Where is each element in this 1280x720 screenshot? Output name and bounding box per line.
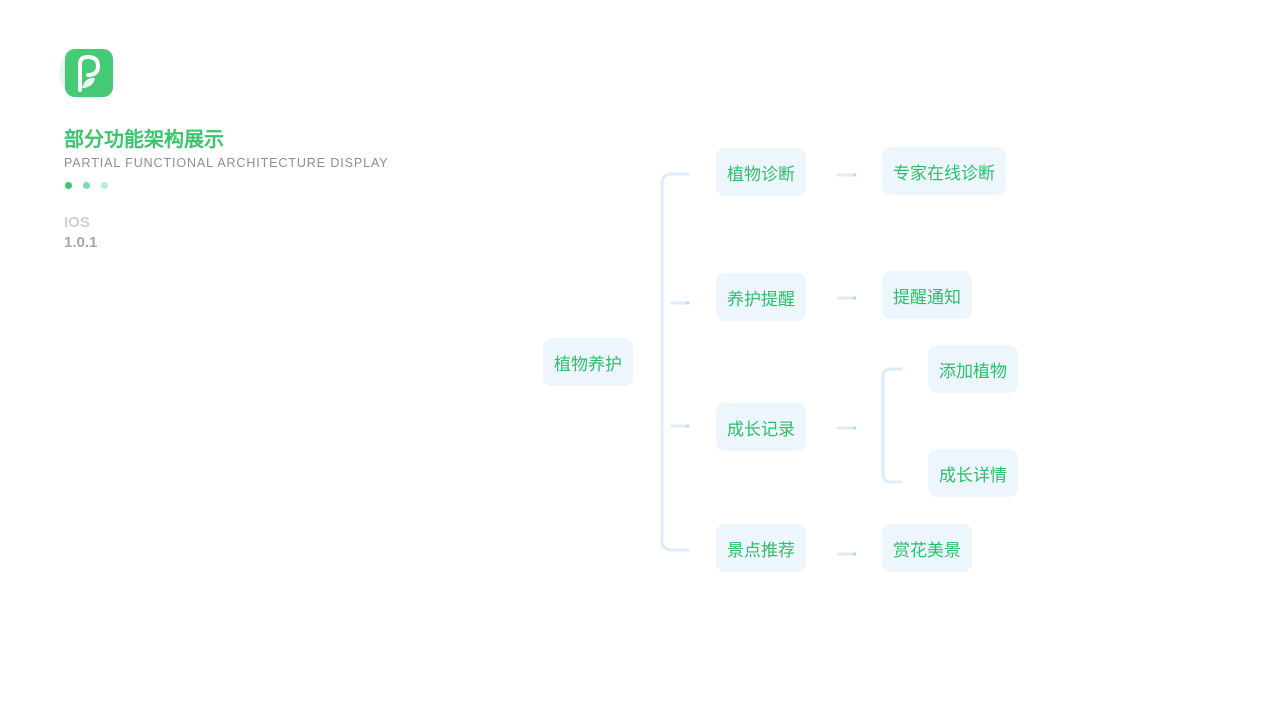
root-connector-2-tip: [686, 424, 689, 428]
node-add-plant: 添加植物: [928, 345, 1018, 393]
node-scenic-recommend: 景点推荐: [716, 524, 806, 572]
node-growth-record: 成长记录: [716, 403, 806, 451]
node-reminder-notice: 提醒通知: [882, 271, 972, 319]
architecture-diagram: 植物养护 植物诊断 养护提醒 成长记录 景点推荐 专家在线诊断 提醒通知 添加植…: [0, 0, 1280, 720]
connector-diagnosis-tip: [853, 173, 856, 177]
root-bracket: [660, 172, 690, 552]
connector-lines: [660, 172, 903, 556]
connector-scenic-tip: [853, 552, 856, 556]
connector-reminder-tip: [853, 296, 856, 300]
node-expert-diagnosis: 专家在线诊断: [882, 147, 1006, 195]
connector-growth-tip: [853, 426, 856, 430]
root-connector-1-tip: [686, 301, 689, 305]
node-care-reminder: 养护提醒: [716, 273, 806, 321]
node-plant-diagnosis: 植物诊断: [716, 148, 806, 196]
growth-bracket: [881, 367, 903, 484]
node-growth-detail: 成长详情: [928, 449, 1018, 497]
node-root: 植物养护: [543, 338, 633, 386]
node-flower-scenery: 赏花美景: [882, 524, 972, 572]
